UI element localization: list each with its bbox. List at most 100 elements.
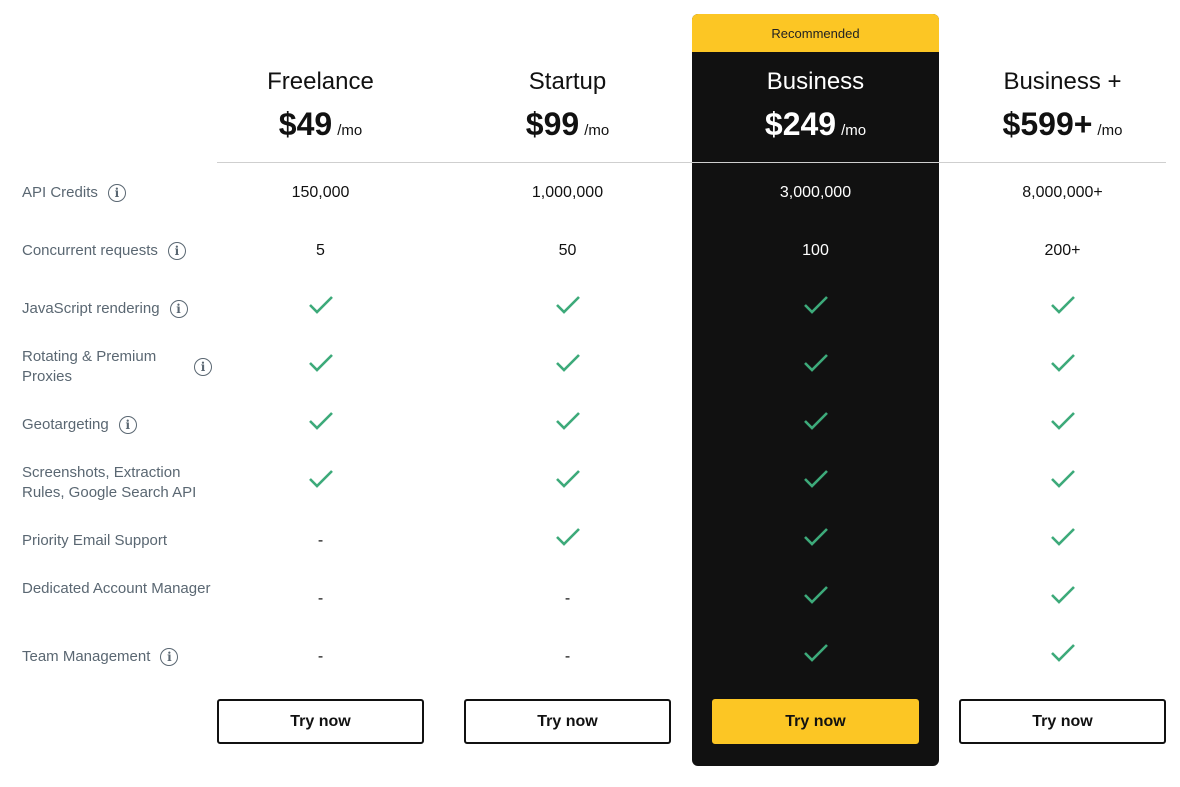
price-amount: $99 <box>525 106 580 142</box>
check-cell <box>444 469 691 497</box>
feature-label-row: Concurrent requests i <box>22 241 222 261</box>
check-icon <box>1050 643 1076 671</box>
plan-price: $249/mo <box>692 106 939 143</box>
check-cell <box>197 295 444 323</box>
plan-price: $99/mo <box>444 106 691 143</box>
check-icon <box>555 353 581 381</box>
check-icon <box>555 295 581 323</box>
info-icon[interactable]: i <box>118 416 137 434</box>
feature-label: API Credits <box>22 184 98 201</box>
check-cell <box>197 469 444 497</box>
feature-label: Priority Email Support <box>22 532 168 549</box>
plan-header: Freelance $49/mo <box>197 64 444 143</box>
not-included-cell: - <box>317 590 324 607</box>
check-cell <box>197 353 444 381</box>
plan-name: Business + <box>1003 68 1122 95</box>
value-cell: 5 <box>316 242 325 259</box>
check-cell <box>939 411 1180 439</box>
check-cell <box>939 295 1180 323</box>
check-icon <box>1050 295 1076 323</box>
check-cell <box>444 411 691 439</box>
check-cell <box>939 585 1180 613</box>
price-amount: $599+ <box>1002 106 1093 142</box>
value-cell: 150,000 <box>291 184 350 201</box>
not-included-cell: - <box>317 648 324 665</box>
price-unit: /mo <box>1097 122 1123 139</box>
check-cell <box>692 585 939 613</box>
feature-label-row: Rotating & Premium Proxies i <box>22 347 222 387</box>
plan-name: Business <box>766 68 865 95</box>
price-unit: /mo <box>584 122 610 139</box>
check-cell <box>939 353 1180 381</box>
value-cell: 200+ <box>1044 242 1081 259</box>
feature-label: Screenshots, Extraction Rules, Google Se… <box>22 464 197 501</box>
price-unit: /mo <box>337 122 363 139</box>
feature-label-row: Team Management i <box>22 647 222 667</box>
feature-label-row: API Credits i <box>22 183 222 203</box>
value-cell: 100 <box>802 242 829 259</box>
header-divider <box>217 162 1166 163</box>
check-cell <box>444 295 691 323</box>
feature-label-row: Screenshots, Extraction Rules, Google Se… <box>22 463 222 503</box>
check-icon <box>555 469 581 497</box>
check-cell <box>939 527 1180 555</box>
check-cell <box>692 411 939 439</box>
value-cell: 1,000,000 <box>531 184 604 201</box>
value-cell: 8,000,000+ <box>1022 184 1103 201</box>
check-cell <box>692 353 939 381</box>
plan-name: Startup <box>528 68 607 95</box>
check-icon <box>803 353 829 381</box>
feature-label: Rotating & Premium Proxies <box>22 348 157 385</box>
plan-header: Startup $99/mo <box>444 64 691 143</box>
check-icon <box>803 411 829 439</box>
try-now-button[interactable]: Try now <box>217 699 424 744</box>
price-amount: $249 <box>764 106 837 142</box>
check-icon <box>1050 585 1076 613</box>
not-included-cell: - <box>564 648 571 665</box>
check-icon <box>1050 353 1076 381</box>
not-included-cell: - <box>564 590 571 607</box>
check-cell <box>692 295 939 323</box>
check-icon <box>803 585 829 613</box>
recommended-badge: Recommended <box>692 14 939 52</box>
check-icon <box>803 527 829 555</box>
check-cell <box>444 527 691 555</box>
feature-label-row: Geotargeting i <box>22 415 222 435</box>
price-unit: /mo <box>841 122 867 139</box>
try-now-button[interactable]: Try now <box>959 699 1166 744</box>
feature-label-row: Priority Email Support <box>22 531 222 551</box>
check-icon <box>308 295 334 323</box>
try-now-button[interactable]: Try now <box>712 699 919 744</box>
feature-label: Dedicated Account Manager <box>22 580 211 597</box>
check-cell <box>692 469 939 497</box>
check-icon <box>803 643 829 671</box>
plan-header: Business + $599+/mo <box>939 64 1180 143</box>
plan-price: $599+/mo <box>939 106 1180 143</box>
check-icon <box>308 353 334 381</box>
check-icon <box>1050 527 1076 555</box>
info-icon[interactable]: i <box>107 184 126 202</box>
feature-label-row: JavaScript rendering i <box>22 299 222 319</box>
value-cell: 50 <box>558 242 577 259</box>
feature-label: Concurrent requests <box>22 242 158 259</box>
check-icon <box>555 411 581 439</box>
info-icon[interactable]: i <box>167 242 186 260</box>
check-cell <box>939 469 1180 497</box>
check-icon <box>803 295 829 323</box>
check-icon <box>555 527 581 555</box>
feature-label: JavaScript rendering <box>22 300 160 317</box>
price-amount: $49 <box>278 106 333 142</box>
plan-header: Business $249/mo <box>692 64 939 143</box>
info-icon[interactable]: i <box>160 648 179 666</box>
check-icon <box>1050 469 1076 497</box>
check-icon <box>1050 411 1076 439</box>
check-cell <box>692 643 939 671</box>
check-cell <box>939 643 1180 671</box>
check-cell <box>444 353 691 381</box>
plan-name: Freelance <box>267 68 374 95</box>
try-now-button[interactable]: Try now <box>464 699 671 744</box>
check-icon <box>308 469 334 497</box>
info-icon[interactable]: i <box>169 300 188 318</box>
feature-label-row: Dedicated Account Manager <box>22 579 222 599</box>
check-icon <box>803 469 829 497</box>
